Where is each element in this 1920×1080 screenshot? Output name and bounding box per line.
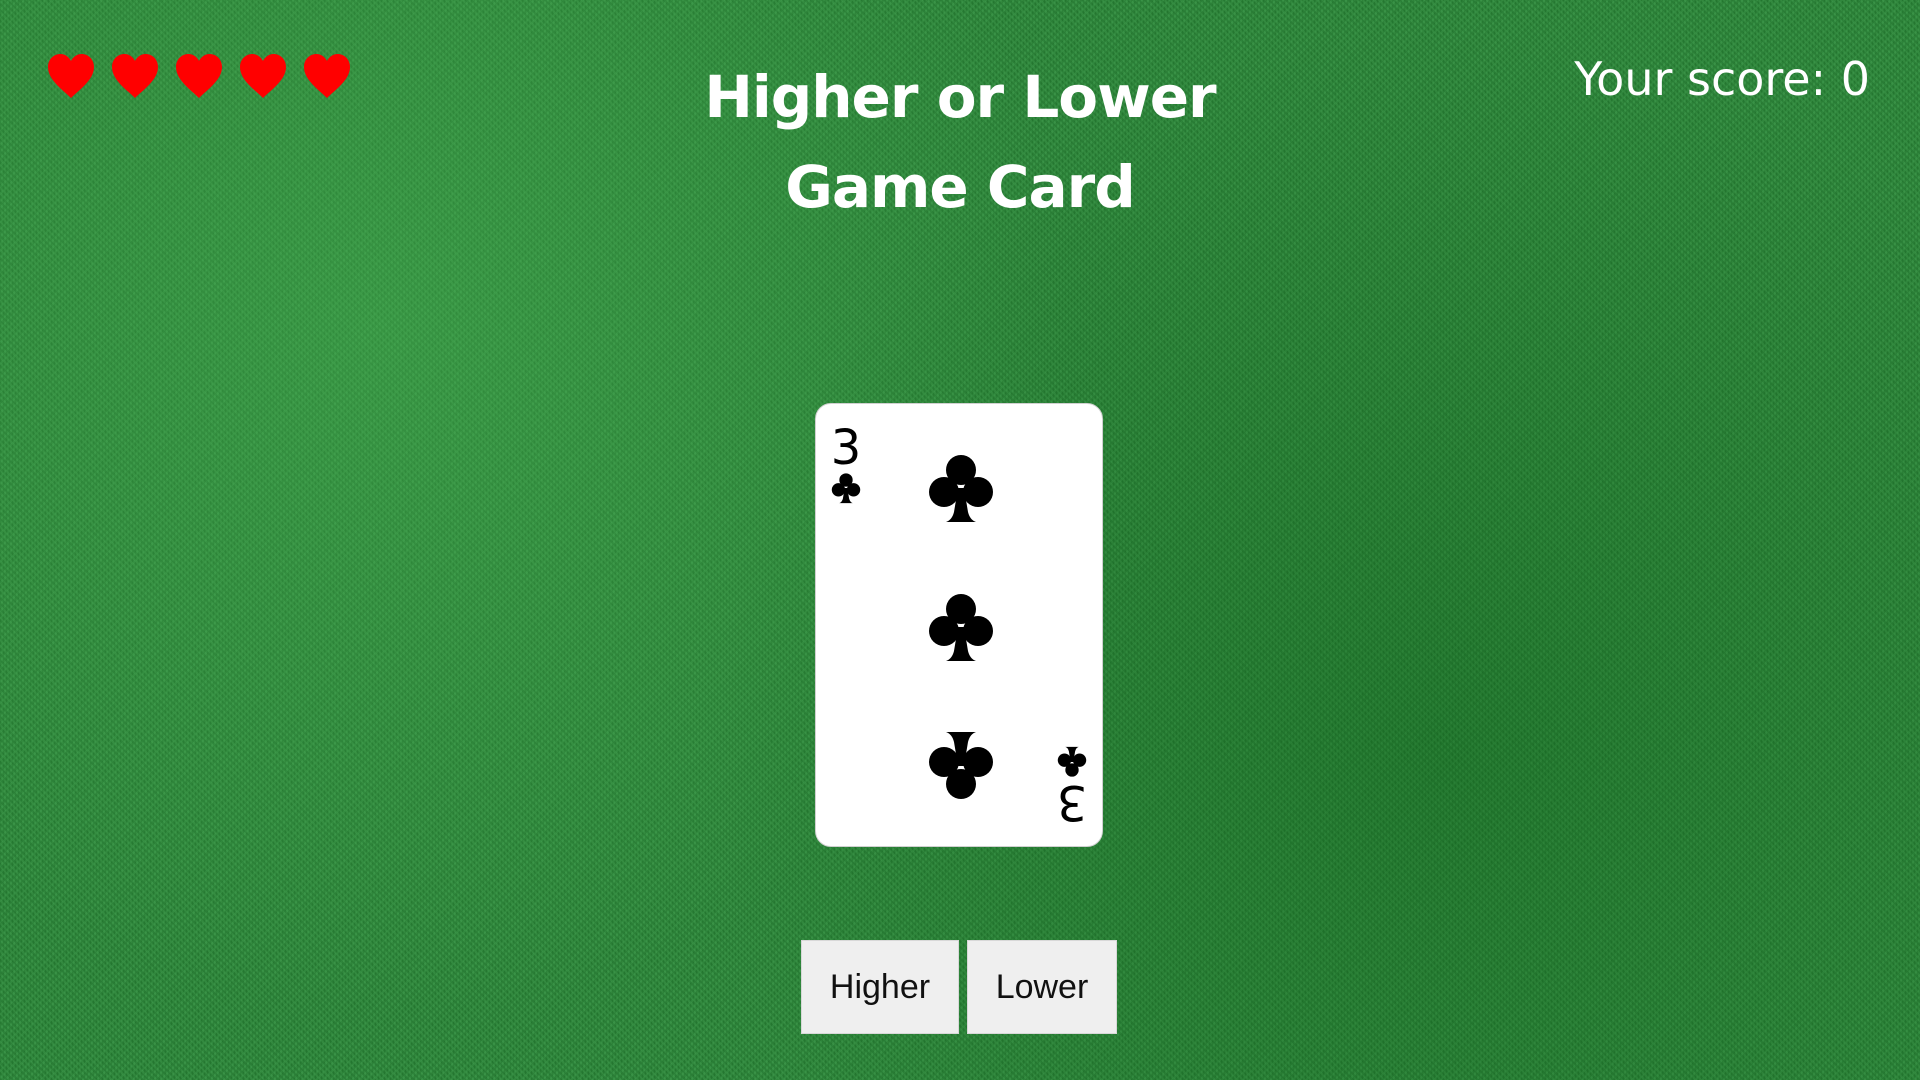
title-line-2: Game Card — [785, 153, 1136, 221]
card-corner-bottom: 3 — [1052, 746, 1092, 830]
higher-button[interactable]: Higher — [801, 940, 959, 1034]
club-icon — [928, 591, 994, 663]
card-corner-top: 3 — [826, 422, 866, 504]
playing-card: 3 3 — [815, 403, 1103, 847]
card-rank: 3 — [830, 420, 862, 476]
club-icon — [928, 730, 994, 802]
card-rank: 3 — [1056, 774, 1088, 830]
club-icon — [1056, 746, 1088, 778]
guess-controls: Higher Lower — [801, 940, 1117, 1034]
score-display: Your score: 0 — [1574, 52, 1870, 106]
lower-button[interactable]: Lower — [967, 940, 1117, 1034]
club-icon — [830, 472, 862, 504]
club-icon — [928, 452, 994, 524]
